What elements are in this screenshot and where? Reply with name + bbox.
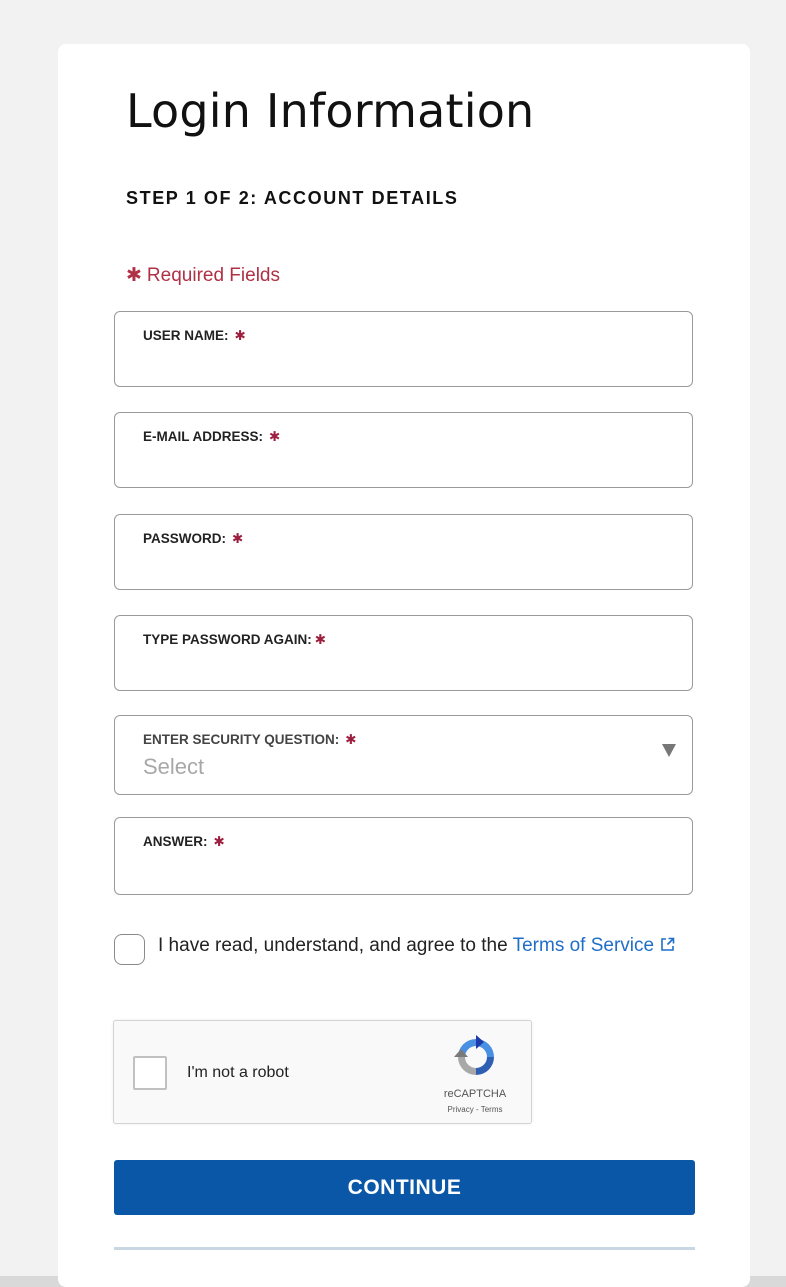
terms-agreement: I have read, understand, and agree to th… xyxy=(158,933,698,958)
required-note-text: Required Fields xyxy=(146,265,280,286)
terms-text: I have read, understand, and agree to th… xyxy=(158,935,513,956)
email-label-text: E-MAIL ADDRESS: xyxy=(143,429,264,444)
password-label: PASSWORD: ✱ xyxy=(143,531,243,547)
recaptcha-widget: I'm not a robot reCAPTCHA Privacy - Term… xyxy=(113,1020,532,1124)
username-input[interactable] xyxy=(143,350,663,378)
recaptcha-logo-icon xyxy=(454,1035,494,1075)
required-asterisk-icon: ✱ xyxy=(126,265,142,286)
password-again-input[interactable] xyxy=(143,654,663,682)
email-label: E-MAIL ADDRESS: ✱ xyxy=(143,429,280,445)
password-label-text: PASSWORD: xyxy=(143,531,226,546)
required-asterisk-icon: ✱ xyxy=(232,531,244,546)
answer-label-text: ANSWER: xyxy=(143,834,208,849)
security-question-label: ENTER SECURITY QUESTION: ✱ xyxy=(143,732,357,748)
terms-of-service-link[interactable]: Terms of Service xyxy=(513,935,654,956)
continue-button[interactable]: CONTINUE xyxy=(114,1160,695,1215)
dropdown-arrow-icon[interactable] xyxy=(662,744,676,757)
page-title: Login Information xyxy=(126,84,535,138)
email-field[interactable]: E-MAIL ADDRESS: ✱ xyxy=(114,412,693,488)
required-asterisk-icon: ✱ xyxy=(234,328,246,343)
terms-checkbox[interactable] xyxy=(114,934,145,965)
password-field[interactable]: PASSWORD: ✱ xyxy=(114,514,693,590)
username-label: USER NAME: ✱ xyxy=(143,328,246,344)
password-again-label: TYPE PASSWORD AGAIN: ✱ xyxy=(143,632,326,648)
required-fields-note: ✱ Required Fields xyxy=(126,264,280,287)
recaptcha-brand: reCAPTCHA xyxy=(443,1088,507,1100)
step-indicator: STEP 1 OF 2: ACCOUNT DETAILS xyxy=(126,188,459,208)
answer-input[interactable] xyxy=(143,856,663,884)
required-asterisk-icon: ✱ xyxy=(345,732,357,747)
security-question-select[interactable]: ENTER SECURITY QUESTION: ✱ Select xyxy=(114,715,693,795)
password-again-label-text: TYPE PASSWORD AGAIN: xyxy=(143,632,312,647)
required-asterisk-icon: ✱ xyxy=(269,429,281,444)
recaptcha-checkbox[interactable] xyxy=(133,1056,167,1090)
required-asterisk-icon: ✱ xyxy=(314,632,327,647)
security-question-value: Select xyxy=(143,754,205,779)
recaptcha-privacy-terms[interactable]: Privacy - Terms xyxy=(432,1105,518,1114)
username-field[interactable]: USER NAME: ✱ xyxy=(114,311,693,387)
email-input[interactable] xyxy=(143,451,663,479)
recaptcha-label: I'm not a robot xyxy=(187,1064,289,1081)
password-input[interactable] xyxy=(143,553,663,581)
answer-field[interactable]: ANSWER: ✱ xyxy=(114,817,693,895)
security-question-label-text: ENTER SECURITY QUESTION: xyxy=(143,732,340,747)
answer-label: ANSWER: ✱ xyxy=(143,834,225,850)
divider xyxy=(114,1247,695,1250)
required-asterisk-icon: ✱ xyxy=(213,834,225,849)
external-link-icon[interactable] xyxy=(660,937,675,952)
password-again-field[interactable]: TYPE PASSWORD AGAIN: ✱ xyxy=(114,615,693,691)
username-label-text: USER NAME: xyxy=(143,328,229,343)
